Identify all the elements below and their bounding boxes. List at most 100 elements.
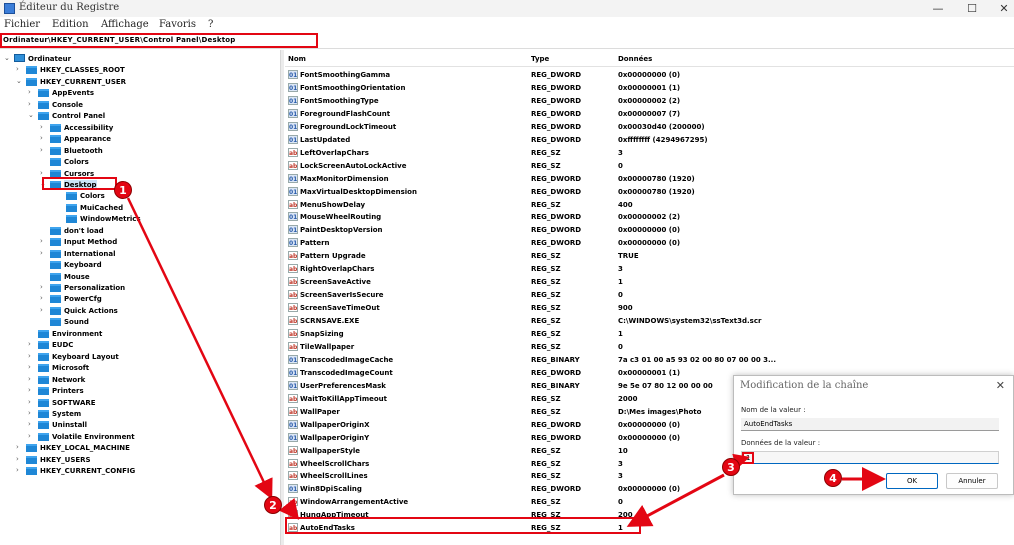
menu-affichage[interactable]: Affichage xyxy=(101,19,149,30)
tree-node[interactable]: › HKEY_LOCAL_MACHINE xyxy=(0,442,278,453)
chevron-right-icon[interactable]: › xyxy=(40,145,49,156)
column-type[interactable]: Type xyxy=(531,55,549,63)
tree-node[interactable]: › AppEvents xyxy=(0,87,278,98)
chevron-down-icon[interactable]: ⌄ xyxy=(4,53,13,64)
tree-node[interactable]: Keyboard xyxy=(0,259,278,270)
value-row[interactable]: 01 MaxMonitorDimension REG_DWORD 0x00000780… xyxy=(285,172,1014,185)
value-row[interactable]: 01 ForegroundLockTimeout REG_DWORD 0x00030d… xyxy=(285,120,1014,133)
chevron-right-icon[interactable]: › xyxy=(28,339,37,350)
chevron-right-icon[interactable]: › xyxy=(40,305,49,316)
chevron-down-icon[interactable]: ⌄ xyxy=(28,110,37,121)
chevron-right-icon[interactable]: › xyxy=(28,397,37,408)
tree-node[interactable]: › Quick Actions xyxy=(0,305,278,316)
chevron-right-icon[interactable]: › xyxy=(28,431,37,442)
value-row[interactable]: ab TileWallpaper REG_SZ 0 xyxy=(285,340,1014,353)
menu-fichier[interactable]: Fichier xyxy=(4,19,40,30)
value-data-input[interactable]: 1 xyxy=(741,451,999,464)
menu-edition[interactable]: Edition xyxy=(52,19,89,30)
key-tree-pane[interactable]: ⌄ Ordinateur › HKEY_CLASSES_ROOT ⌄ HKEY_CURRE… xyxy=(0,50,280,545)
value-row[interactable]: ab SnapSizing REG_SZ 1 xyxy=(285,327,1014,340)
close-button[interactable]: ✕ xyxy=(994,2,1014,15)
tree-node[interactable]: Colors xyxy=(0,190,278,201)
tree-node[interactable]: › Keyboard Layout xyxy=(0,351,278,362)
tree-node[interactable]: Mouse xyxy=(0,271,278,282)
tree-node[interactable]: WindowMetrics xyxy=(0,213,278,224)
tree-node[interactable]: › System xyxy=(0,408,278,419)
value-row[interactable]: 01 MaxVirtualDesktopDimension REG_DWORD 0x0… xyxy=(285,185,1014,198)
chevron-right-icon[interactable]: › xyxy=(16,442,25,453)
tree-node[interactable]: › Accessibility xyxy=(0,122,278,133)
chevron-right-icon[interactable]: › xyxy=(28,351,37,362)
tree-node[interactable]: Colors xyxy=(0,156,278,167)
value-row[interactable]: 01 PaintDesktopVersion REG_DWORD 0x00000000… xyxy=(285,223,1014,236)
value-data-text[interactable]: 1 xyxy=(742,452,755,464)
tree-node[interactable]: ⌄ Ordinateur xyxy=(0,53,278,64)
chevron-right-icon[interactable]: › xyxy=(40,122,49,133)
column-name[interactable]: Nom xyxy=(288,55,306,63)
value-row[interactable]: 01 ForegroundFlashCount REG_DWORD 0x0000000… xyxy=(285,107,1014,120)
value-row[interactable]: 01 FontSmoothingType REG_DWORD 0x00000002 (… xyxy=(285,94,1014,107)
chevron-right-icon[interactable]: › xyxy=(28,87,37,98)
value-row[interactable]: ab ScreenSaveActive REG_SZ 1 xyxy=(285,275,1014,288)
chevron-right-icon[interactable]: › xyxy=(28,362,37,373)
value-row[interactable]: 01 FontSmoothingOrientation REG_DWORD 0x000… xyxy=(285,81,1014,94)
tree-node[interactable]: MuiCached xyxy=(0,202,278,213)
tree-node[interactable]: ⌄ HKEY_CURRENT_USER xyxy=(0,76,278,87)
tree-node[interactable]: Environment xyxy=(0,328,278,339)
menu-favoris[interactable]: Favoris xyxy=(159,19,196,30)
chevron-right-icon[interactable]: › xyxy=(16,454,25,465)
maximize-button[interactable]: ☐ xyxy=(962,2,982,15)
tree-node[interactable]: › Bluetooth xyxy=(0,145,278,156)
chevron-down-icon[interactable]: ⌄ xyxy=(16,76,25,87)
value-row[interactable]: ab MenuShowDelay REG_SZ 400 xyxy=(285,198,1014,211)
value-row[interactable]: ab LockScreenAutoLockActive REG_SZ 0 xyxy=(285,159,1014,172)
tree-node[interactable]: › PowerCfg xyxy=(0,293,278,304)
chevron-right-icon[interactable]: › xyxy=(40,293,49,304)
dialog-close-button[interactable]: ✕ xyxy=(996,379,1005,392)
ok-button[interactable]: OK xyxy=(886,473,938,489)
tree-node[interactable]: › Console xyxy=(0,99,278,110)
tree-node[interactable]: › HKEY_CURRENT_CONFIG xyxy=(0,465,278,476)
value-row[interactable]: 01 FontSmoothingGamma REG_DWORD 0x00000000 … xyxy=(285,68,1014,81)
value-row[interactable]: 01 TranscodedImageCache REG_BINARY 7a c3 01… xyxy=(285,353,1014,366)
chevron-right-icon[interactable]: › xyxy=(16,64,25,75)
value-row[interactable]: 01 Pattern REG_DWORD 0x00000000 (0) xyxy=(285,236,1014,249)
tree-node[interactable]: › Input Method xyxy=(0,236,278,247)
chevron-right-icon[interactable]: › xyxy=(28,374,37,385)
value-row[interactable]: ab WindowArrangementActive REG_SZ 0 xyxy=(285,495,1014,508)
column-data[interactable]: Données xyxy=(618,55,652,63)
tree-node[interactable]: › HKEY_CLASSES_ROOT xyxy=(0,64,278,75)
tree-node[interactable]: › Volatile Environment xyxy=(0,431,278,442)
tree-node[interactable]: › SOFTWARE xyxy=(0,397,278,408)
tree-node[interactable]: › International xyxy=(0,248,278,259)
value-row[interactable]: ab Pattern Upgrade REG_SZ TRUE xyxy=(285,249,1014,262)
chevron-right-icon[interactable]: › xyxy=(28,408,37,419)
tree-node[interactable]: › Uninstall xyxy=(0,419,278,430)
tree-node[interactable]: Sound xyxy=(0,316,278,327)
chevron-right-icon[interactable]: › xyxy=(28,419,37,430)
value-row[interactable]: ab ScreenSaveTimeOut REG_SZ 900 xyxy=(285,301,1014,314)
chevron-right-icon[interactable]: › xyxy=(40,133,49,144)
value-row[interactable]: 01 MouseWheelRouting REG_DWORD 0x00000002 (… xyxy=(285,210,1014,223)
tree-node[interactable]: ⌄ Control Panel xyxy=(0,110,278,121)
pane-splitter[interactable] xyxy=(280,50,284,545)
tree-node[interactable]: › Printers xyxy=(0,385,278,396)
cancel-button[interactable]: Annuler xyxy=(946,473,998,489)
tree-node[interactable]: › Network xyxy=(0,374,278,385)
value-row[interactable]: ab ScreenSaverIsSecure REG_SZ 0 xyxy=(285,288,1014,301)
menu-help[interactable]: ? xyxy=(208,19,213,30)
tree-node[interactable]: › EUDC xyxy=(0,339,278,350)
chevron-right-icon[interactable]: › xyxy=(28,385,37,396)
tree-node[interactable]: › Appearance xyxy=(0,133,278,144)
value-row[interactable]: 01 LastUpdated REG_DWORD 0xffffffff (429496… xyxy=(285,133,1014,146)
chevron-right-icon[interactable]: › xyxy=(40,282,49,293)
chevron-right-icon[interactable]: › xyxy=(40,248,49,259)
tree-node[interactable]: › HKEY_USERS xyxy=(0,454,278,465)
tree-node[interactable]: don't load xyxy=(0,225,278,236)
value-row[interactable]: ab SCRNSAVE.EXE REG_SZ C:\WINDOWS\system32\… xyxy=(285,314,1014,327)
chevron-right-icon[interactable]: › xyxy=(28,99,37,110)
value-row[interactable]: ab RightOverlapChars REG_SZ 3 xyxy=(285,262,1014,275)
chevron-right-icon[interactable]: › xyxy=(16,465,25,476)
tree-node[interactable]: › Personalization xyxy=(0,282,278,293)
tree-node[interactable]: › Microsoft xyxy=(0,362,278,373)
